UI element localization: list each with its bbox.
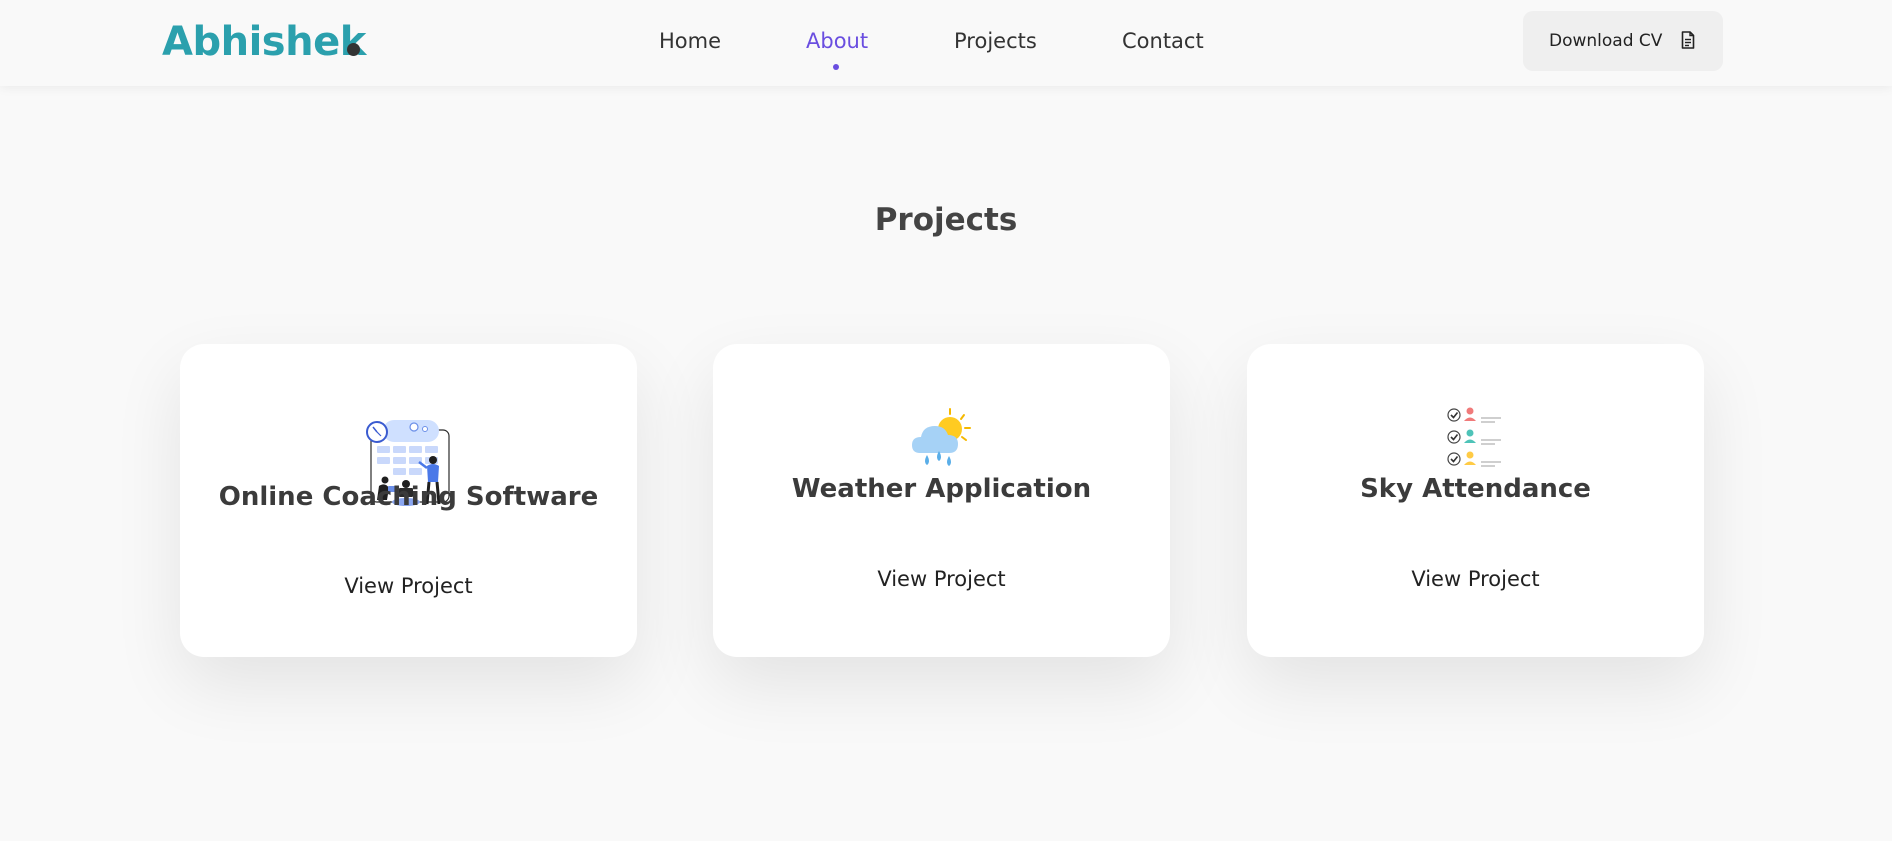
nav-active-indicator xyxy=(833,64,839,70)
navbar: Abhishek Home About Projects Contact Dow… xyxy=(0,0,1892,86)
view-project-link[interactable]: View Project xyxy=(180,571,637,601)
attendance-checklist-icon xyxy=(1447,407,1501,467)
weather-cloud-sun-icon xyxy=(912,408,971,466)
download-cv-button[interactable]: Download CV xyxy=(1523,11,1723,71)
logo[interactable]: Abhishek xyxy=(162,18,366,66)
nav-contact[interactable]: Contact xyxy=(1122,27,1204,55)
nav-about[interactable]: About xyxy=(806,27,868,55)
view-project-link[interactable]: View Project xyxy=(1247,564,1704,594)
project-card-weather: Weather Application View Project xyxy=(713,344,1170,657)
project-card-coaching: Online Coaching Software View Project xyxy=(180,344,637,657)
card-title: Weather Application xyxy=(791,474,1092,504)
view-project-link[interactable]: View Project xyxy=(713,564,1170,594)
nav-projects[interactable]: Projects xyxy=(954,27,1037,55)
nav-home[interactable]: Home xyxy=(659,27,721,55)
projects-heading: Projects xyxy=(874,202,1018,238)
logo-dot xyxy=(347,43,360,56)
document-icon xyxy=(1681,31,1695,49)
card-title: Online Coaching Software xyxy=(218,482,599,512)
card-title: Sky Attendance xyxy=(1360,474,1591,504)
download-cv-label: Download CV xyxy=(1549,31,1663,51)
project-card-attendance: Sky Attendance View Project xyxy=(1247,344,1704,657)
